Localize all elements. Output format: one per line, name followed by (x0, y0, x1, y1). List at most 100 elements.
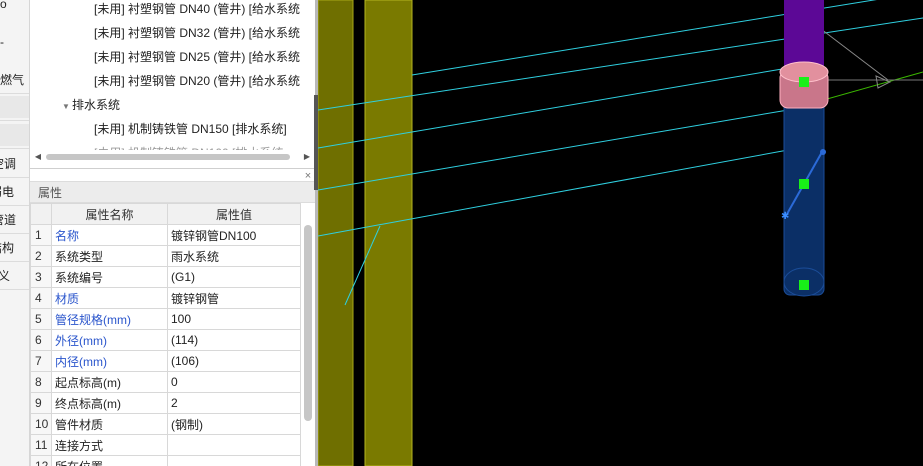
viewport-drawing[interactable]: ✱ (317, 0, 923, 466)
properties-table: 属性名称 属性值 1 名称 镀锌钢管DN100 2 系统类型 雨水系统 3 系统编号 (G1) 4… (30, 203, 301, 466)
row-index: 3 (30, 266, 52, 288)
property-name: 系统类型 (51, 245, 168, 267)
property-value[interactable]: 镀锌钢管DN100 (167, 224, 301, 246)
table-row[interactable]: 6 外径(mm) (114) (30, 329, 301, 351)
properties-header: 属性 (30, 181, 315, 203)
row-index: 11 (30, 434, 52, 456)
strip-item[interactable]: 燃气 (0, 68, 29, 92)
row-index: 2 (30, 245, 52, 267)
column-header-name: 属性名称 (51, 203, 168, 225)
scroll-left-icon[interactable]: ◀ (32, 150, 44, 164)
row-index: 9 (30, 392, 52, 414)
table-row[interactable]: 3 系统编号 (G1) (30, 266, 301, 288)
strip-divider (0, 261, 29, 262)
table-row[interactable]: 9 终点标高(m) 2 (30, 392, 301, 414)
strip-divider (0, 289, 29, 290)
vertical-pipe-blue[interactable] (783, 99, 825, 296)
strip-item[interactable]: - (0, 30, 29, 54)
tree-item[interactable]: [未用] 衬塑钢管 DN40 (管井) [给水系统 (94, 0, 300, 21)
selection-handle[interactable] (820, 149, 826, 155)
table-row[interactable]: 1 名称 镀锌钢管DN100 (30, 224, 301, 246)
strip-block[interactable] (0, 124, 29, 146)
properties-vertical-scrollbar[interactable] (301, 203, 315, 466)
property-name: 管径规格(mm) (51, 308, 168, 330)
caret-down-icon[interactable]: ▼ (62, 95, 72, 119)
grip-point[interactable] (799, 77, 809, 87)
property-value[interactable]: 0 (167, 371, 301, 393)
selection-star-icon[interactable]: ✱ (781, 211, 789, 222)
strip-divider (0, 177, 29, 178)
table-row[interactable]: 12所在位置 (30, 455, 301, 466)
row-index: 1 (30, 224, 52, 246)
property-name: 所在位置 (51, 455, 168, 466)
property-name: 内径(mm) (51, 350, 168, 372)
scroll-right-icon[interactable]: ▶ (301, 150, 313, 164)
strip-divider (0, 120, 29, 121)
property-value[interactable]: (G1) (167, 266, 301, 288)
row-index: 5 (30, 308, 52, 330)
left-category-strip: o - 燃气 空调 弱电 管道 结构 义 (0, 0, 30, 466)
property-value[interactable]: 雨水系统 (167, 245, 301, 267)
row-index: 4 (30, 287, 52, 309)
table-row[interactable]: 7 内径(mm) (106) (30, 350, 301, 372)
properties-panel: × 属性 属性名称 属性值 1 名称 镀锌钢管DN100 2 系统类型 雨水系统 3 系统编号… (30, 168, 315, 466)
table-header-row: 属性名称 属性值 (30, 203, 301, 225)
scrollbar-thumb[interactable] (304, 225, 312, 421)
property-value[interactable] (167, 434, 301, 456)
property-name: 连接方式 (51, 434, 168, 456)
strip-divider (0, 233, 29, 234)
row-index: 6 (30, 329, 52, 351)
property-value[interactable]: 镀锌钢管 (167, 287, 301, 309)
3d-viewport[interactable]: ✱ (317, 0, 923, 466)
structural-column[interactable] (364, 0, 413, 466)
table-row[interactable]: 5 管径规格(mm) 100 (30, 308, 301, 330)
property-value[interactable]: 100 (167, 308, 301, 330)
strip-divider (0, 93, 29, 94)
property-value[interactable]: (114) (167, 329, 301, 351)
table-row[interactable]: 10 管件材质 (钢制) (30, 413, 301, 435)
pipe-line[interactable] (411, 0, 923, 76)
strip-item-pipe[interactable]: 管道 (0, 208, 22, 232)
strip-item[interactable]: o (0, 0, 29, 16)
grip-point[interactable] (799, 280, 809, 290)
property-name: 名称 (51, 224, 168, 246)
table-row[interactable]: 11 连接方式 (30, 434, 301, 456)
property-name: 起点标高(m) (51, 371, 168, 393)
scrollbar-thumb[interactable] (46, 154, 290, 160)
strip-item-hvac[interactable]: 空调 (0, 152, 22, 176)
strip-item-custom[interactable]: 义 (0, 264, 28, 288)
tree-item[interactable]: [未用] 衬塑钢管 DN20 (管井) [给水系统 (94, 69, 300, 93)
tree-item[interactable]: [未用] 机制铸铁管 DN150 [排水系统] (94, 117, 287, 141)
table-row[interactable]: 2 系统类型 雨水系统 (30, 245, 301, 267)
tree-item[interactable]: [未用] 衬塑钢管 DN25 (管井) [给水系统 (94, 45, 300, 69)
column-header-value: 属性值 (167, 203, 301, 225)
tree-item[interactable]: [未用] 衬塑钢管 DN32 (管井) [给水系统 (94, 21, 300, 45)
table-row[interactable]: 4 材质 镀锌钢管 (30, 287, 301, 309)
row-index: 12 (30, 455, 52, 466)
property-name: 系统编号 (51, 266, 168, 288)
property-value[interactable]: (106) (167, 350, 301, 372)
property-value[interactable] (167, 455, 301, 466)
strip-block[interactable] (0, 96, 29, 118)
column-header-index (30, 203, 52, 225)
tree-horizontal-scrollbar[interactable]: ◀ ▶ (30, 150, 315, 164)
property-name: 终点标高(m) (51, 392, 168, 414)
property-value[interactable]: (钢制) (167, 413, 301, 435)
strip-divider (0, 148, 29, 149)
panel-title: 属性 (38, 186, 63, 200)
row-index: 10 (30, 413, 52, 435)
grip-point[interactable] (799, 179, 809, 189)
tree-group-drainage[interactable]: ▼ 排水系统 (62, 93, 120, 117)
property-name: 管件材质 (51, 413, 168, 435)
row-index: 7 (30, 350, 52, 372)
tree-group-label: 排水系统 (72, 98, 121, 112)
strip-item-structure[interactable]: 结构 (0, 236, 20, 260)
strip-divider (0, 205, 29, 206)
strip-item-low-voltage[interactable]: 弱电 (0, 180, 20, 204)
property-name: 外径(mm) (51, 329, 168, 351)
property-name: 材质 (51, 287, 168, 309)
row-index: 8 (30, 371, 52, 393)
component-tree: [未用] 衬塑钢管 DN40 (管井) [给水系统 [未用] 衬塑钢管 DN32… (30, 0, 315, 168)
property-value[interactable]: 2 (167, 392, 301, 414)
table-row[interactable]: 8 起点标高(m) 0 (30, 371, 301, 393)
